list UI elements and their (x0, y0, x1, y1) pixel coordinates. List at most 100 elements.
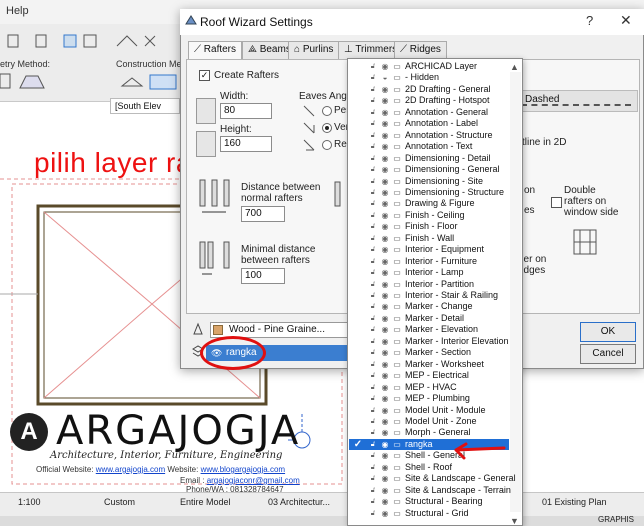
layer-list-item[interactable]: 🔓︎ ◉ ▭ Dimensioning - Detail (349, 153, 509, 164)
layer-list-item[interactable]: 🔓︎ ◉ ▭ Morph - General (349, 427, 509, 438)
eye-icon[interactable]: ◉ (380, 119, 390, 128)
unlock-icon[interactable]: 🔓︎ (368, 371, 378, 380)
eaves-vert-radio[interactable] (322, 123, 332, 133)
layer-list-item[interactable]: 🔓︎ ◉ ▭ Dimensioning - Site (349, 176, 509, 187)
layer-list-item[interactable]: 🔓︎ ◉ ▭ Drawing & Figure (349, 198, 509, 209)
width-field[interactable]: 80 (220, 103, 272, 119)
website2-link[interactable]: www.blogargajogja.com (201, 465, 286, 474)
eye-icon[interactable]: ◉ (380, 96, 390, 105)
layer-list-item[interactable]: 🔓︎ ◉ ▭ Annotation - General (349, 107, 509, 118)
eye-icon[interactable]: ◉ (380, 314, 390, 323)
unlock-icon[interactable]: 🔓︎ (368, 417, 378, 426)
unlock-icon[interactable]: 🔓︎ (368, 257, 378, 266)
eye-icon[interactable]: ◉ (380, 142, 390, 151)
tab-rafters[interactable]: ⟋ Rafters (188, 41, 243, 59)
layer-list-item[interactable]: 🔓︎ ◉ ▭ Marker - Worksheet (349, 359, 509, 370)
layer-list-item[interactable]: 🔓︎ ◉ ▭ Finish - Ceiling (349, 210, 509, 221)
unlock-icon[interactable]: 🔓︎ (368, 108, 378, 117)
toolbar-icons-mid[interactable] (115, 32, 175, 52)
layer-list-item[interactable]: 🔓︎ ◉ ▭ Interior - Stair & Railing (349, 290, 509, 301)
dialog-help-button[interactable]: ? (586, 13, 593, 28)
unlock-icon[interactable]: 🔓︎ (368, 302, 378, 311)
unlock-icon[interactable]: 🔓︎ (368, 62, 378, 71)
eye-icon[interactable]: ◉ (380, 383, 390, 392)
eye-icon[interactable]: ◉ (380, 280, 390, 289)
unlock-icon[interactable]: 🔓︎ (368, 280, 378, 289)
eye-icon[interactable]: ◉ (380, 211, 390, 220)
unlock-icon[interactable]: 🔓︎ (368, 509, 378, 518)
unlock-icon[interactable]: 🔓︎ (368, 463, 378, 472)
unlock-icon[interactable]: 🔓︎ (368, 96, 378, 105)
layer-list-item[interactable]: 🔓︎ ◉ ▭ Annotation - Text (349, 141, 509, 152)
eye-icon[interactable]: ◉ (380, 417, 390, 426)
eye-icon[interactable]: ◉ (380, 474, 390, 483)
hidden-eye-icon[interactable]: ◒ (380, 73, 390, 82)
layer-list-item[interactable]: 🔓︎ ◉ ▭ Finish - Wall (349, 233, 509, 244)
construction-icons[interactable] (118, 72, 178, 92)
create-rafters-checkbox[interactable]: ✓ (199, 70, 210, 81)
unlock-icon[interactable]: 🔓︎ (368, 73, 378, 82)
dialog-close-button[interactable]: ✕ (620, 12, 632, 29)
eye-icon[interactable]: ◉ (380, 165, 390, 174)
eye-icon[interactable]: ◉ (380, 268, 390, 277)
unlock-icon[interactable]: 🔓︎ (368, 85, 378, 94)
layer-list-item[interactable]: 🔓︎ ◉ ▭ Annotation - Label (349, 118, 509, 129)
eye-icon[interactable]: ◉ (380, 394, 390, 403)
model-view-selector[interactable]: Entire Model (180, 497, 231, 507)
unlock-icon[interactable]: 🔓︎ (368, 199, 378, 208)
website-link[interactable]: www.argajogja.com (96, 465, 165, 474)
unlock-icon[interactable]: 🔓︎ (368, 451, 378, 460)
distance-field[interactable]: 700 (241, 206, 285, 222)
menu-help[interactable]: Help (6, 5, 29, 17)
unlock-icon[interactable]: 🔓︎ (368, 406, 378, 415)
view-tab-south-elevation[interactable]: [South Elev (110, 98, 180, 114)
unlock-icon[interactable]: 🔓︎ (368, 177, 378, 186)
pen-set-selector[interactable]: Custom (104, 497, 135, 507)
unlock-icon[interactable]: 🔓︎ (368, 211, 378, 220)
ok-button[interactable]: OK (580, 322, 636, 342)
layer-list-item[interactable]: 🔓︎ ◒ ▭ - Hidden (349, 72, 509, 83)
layer-list-item[interactable]: 🔓︎ ◉ ▭ 2D Drafting - Hotspot (349, 95, 509, 106)
eye-icon[interactable]: ◉ (380, 108, 390, 117)
unlock-icon[interactable]: 🔓︎ (368, 348, 378, 357)
double-rafters-checkbox[interactable] (551, 197, 562, 208)
eye-icon[interactable]: ◉ (380, 245, 390, 254)
eye-icon[interactable]: ◉ (380, 131, 390, 140)
eye-icon[interactable]: ◉ (380, 234, 390, 243)
layer-list-item[interactable]: 🔓︎ ◉ ▭ Interior - Furniture (349, 256, 509, 267)
layer-list-item[interactable]: 🔓︎ ◉ ▭ Dimensioning - Structure (349, 187, 509, 198)
eye-icon[interactable]: ◉ (380, 325, 390, 334)
layer-list-item[interactable]: 🔓︎ ◉ ▭ Structural - Grid (349, 508, 509, 519)
layer-list-item[interactable]: 🔓︎ ◉ ▭ Interior - Lamp (349, 267, 509, 278)
layer-list-item[interactable]: 🔓︎ ◉ ▭ MEP - Plumbing (349, 393, 509, 404)
layer-list-item[interactable]: 🔓︎ ◉ ▭ Interior - Equipment (349, 244, 509, 255)
unlock-icon[interactable]: 🔓︎ (368, 131, 378, 140)
layer-list-item[interactable]: 🔓︎ ◉ ▭ MEP - Electrical (349, 370, 509, 381)
line-style-field[interactable]: Dashed (520, 90, 638, 112)
tab-purlins[interactable]: ⌂ Purlins (288, 41, 340, 59)
renovation-filter-selector[interactable]: 01 Existing Plan (542, 497, 607, 507)
layer-combination-selector[interactable]: 03 Architectur... (268, 497, 330, 507)
eye-icon[interactable]: ◉ (380, 291, 390, 300)
layer-list-item[interactable]: 🔓︎ ◉ ▭ Marker - Detail (349, 313, 509, 324)
eye-icon[interactable]: ◉ (380, 348, 390, 357)
eye-icon[interactable]: ◉ (380, 497, 390, 506)
eye-icon[interactable]: ◉ (380, 222, 390, 231)
unlock-icon[interactable]: 🔓︎ (368, 497, 378, 506)
layer-list-item[interactable]: 🔓︎ ◉ ▭ ARCHICAD Layer (349, 61, 509, 72)
layer-list-item[interactable]: 🔓︎ ◉ ▭ Finish - Floor (349, 221, 509, 232)
layer-list-item[interactable]: 🔓︎ ◉ ▭ Model Unit - Zone (349, 416, 509, 427)
height-field[interactable]: 160 (220, 136, 272, 152)
min-distance-field[interactable]: 100 (241, 268, 285, 284)
eye-icon[interactable]: ◉ (380, 360, 390, 369)
layer-list-item[interactable]: 🔓︎ ◉ ▭ MEP - HVAC (349, 382, 509, 393)
unlock-icon[interactable]: 🔓︎ (368, 314, 378, 323)
layer-list-item[interactable]: 🔓︎ ◉ ▭ Annotation - Structure (349, 130, 509, 141)
eye-icon[interactable]: ◉ (380, 257, 390, 266)
unlock-icon[interactable]: 🔓︎ (368, 245, 378, 254)
unlock-icon[interactable]: 🔓︎ (368, 486, 378, 495)
layer-list-item[interactable]: 🔓︎ ◉ ▭ Marker - Change (349, 301, 509, 312)
cancel-button[interactable]: Cancel (580, 344, 636, 364)
layer-list-item[interactable]: 🔓︎ ◉ ▭ Dimensioning - General (349, 164, 509, 175)
eye-icon[interactable]: ◉ (380, 451, 390, 460)
